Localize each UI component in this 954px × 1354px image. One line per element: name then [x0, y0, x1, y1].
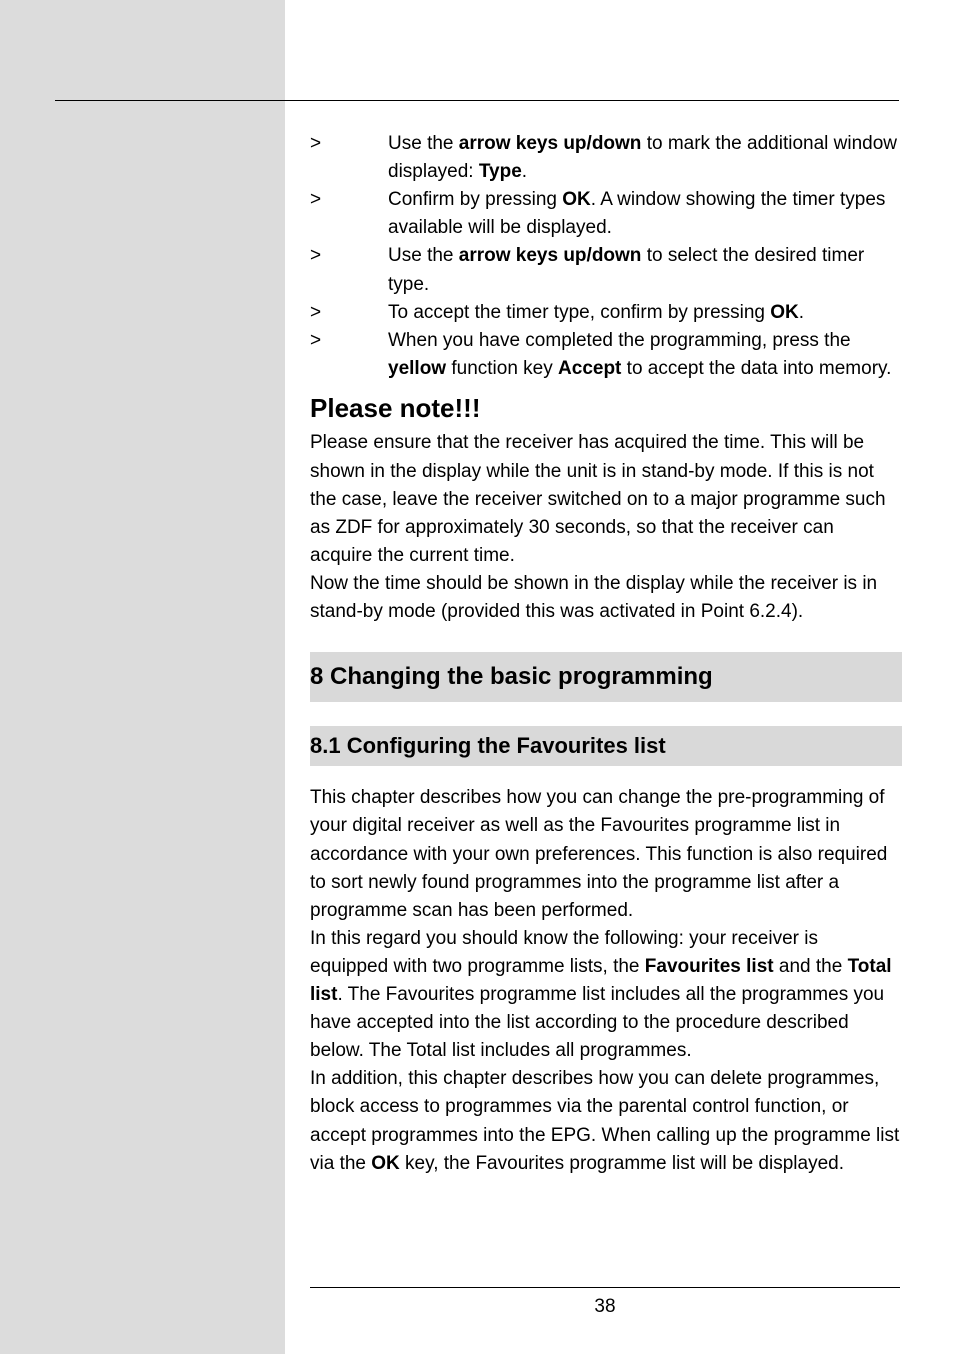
text: . — [522, 161, 527, 182]
bullet-text: To accept the timer type, confirm by pre… — [388, 299, 900, 327]
bullet-text: Use the arrow keys up/down to select the… — [388, 242, 900, 298]
text: to accept the data into memory. — [621, 358, 891, 379]
note-paragraph: Now the time should be shown in the disp… — [310, 570, 900, 626]
bullet-marker: > — [310, 327, 388, 355]
bold-text: arrow keys up/down — [459, 133, 642, 154]
bold-text: yellow — [388, 358, 446, 379]
section-heading: 8 Changing the basic programming — [310, 652, 902, 702]
bullet-text: Use the arrow keys up/down to mark the a… — [388, 130, 900, 186]
bottom-horizontal-rule — [310, 1287, 900, 1288]
body-paragraph: In addition, this chapter describes how … — [310, 1065, 900, 1177]
text: and the — [774, 956, 848, 977]
text: key, the Favourites programme list will … — [400, 1153, 844, 1174]
bold-text: OK — [770, 302, 799, 323]
bold-text: Type — [479, 161, 522, 182]
bullet-item: > Use the arrow keys up/down to mark the… — [310, 130, 900, 186]
text: When you have completed the programming,… — [388, 330, 851, 351]
bullet-marker: > — [310, 186, 388, 214]
text: Confirm by pressing — [388, 189, 562, 210]
page-number: 38 — [310, 1296, 900, 1318]
left-sidebar — [0, 0, 285, 1354]
text: . The Favourites programme list includes… — [310, 984, 884, 1061]
bullet-item: > To accept the timer type, confirm by p… — [310, 299, 900, 327]
body-paragraph: This chapter describes how you can chang… — [310, 784, 900, 925]
text: Use the — [388, 245, 459, 266]
bold-text: OK — [371, 1153, 400, 1174]
note-paragraph: Please ensure that the receiver has acqu… — [310, 429, 900, 570]
bullet-marker: > — [310, 130, 388, 158]
text: To accept the timer type, confirm by pre… — [388, 302, 770, 323]
bold-text: Accept — [558, 358, 621, 379]
bullet-text: Confirm by pressing OK. A window showing… — [388, 186, 900, 242]
bold-text: arrow keys up/down — [459, 245, 642, 266]
main-content: > Use the arrow keys up/down to mark the… — [310, 130, 900, 1178]
body-paragraph: In this regard you should know the follo… — [310, 925, 900, 1066]
bold-text: Favourites list — [645, 956, 774, 977]
bullet-item: > Use the arrow keys up/down to select t… — [310, 242, 900, 298]
footer: 38 — [310, 1287, 900, 1318]
page: > Use the arrow keys up/down to mark the… — [0, 0, 954, 1354]
bullet-item: > When you have completed the programmin… — [310, 327, 900, 383]
text: . — [799, 302, 804, 323]
bullet-text: When you have completed the programming,… — [388, 327, 900, 383]
bullet-marker: > — [310, 299, 388, 327]
bullet-item: > Confirm by pressing OK. A window showi… — [310, 186, 900, 242]
text: function key — [446, 358, 558, 379]
note-heading: Please note!!! — [310, 389, 900, 427]
text: Use the — [388, 133, 459, 154]
subsection-heading: 8.1 Configuring the Favourites list — [310, 726, 902, 767]
bold-text: OK — [562, 189, 591, 210]
top-horizontal-rule — [55, 100, 899, 101]
bullet-marker: > — [310, 242, 388, 270]
